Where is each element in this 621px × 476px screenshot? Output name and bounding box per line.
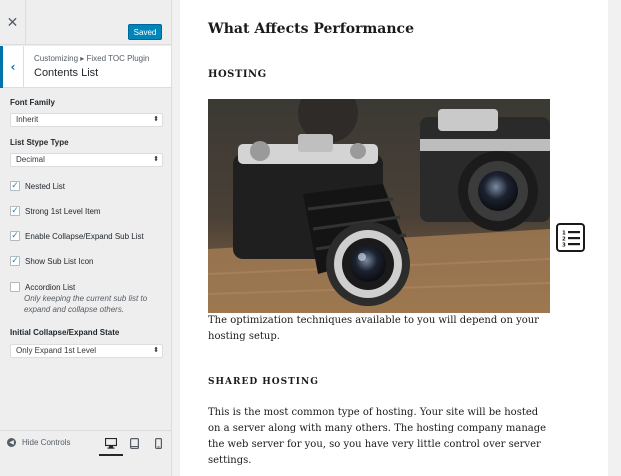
paragraph-shared-hosting: This is the most common type of hosting.… [208, 407, 547, 466]
page-heading: What Affects Performance [208, 21, 414, 37]
initial-state-label: Initial Collapse/Expand State [10, 328, 120, 337]
select-arrows-icon: ⬍ [153, 156, 159, 163]
section-heading-hosting: HOSTING [208, 69, 267, 80]
section-header: ‹ Customizing ▸ Fixed TOC Plugin Content… [0, 46, 171, 88]
accordion-description-line-1: Only keeping the current sub list to [24, 294, 148, 303]
select-arrows-icon: ⬍ [153, 116, 159, 123]
active-device-indicator [99, 454, 123, 456]
site-preview: What Affects Performance HOSTING The opt… [172, 0, 621, 476]
nested-list-checkbox[interactable]: ✓ [10, 181, 20, 191]
customizer-sidebar: ✕ Saved ‹ Customizing ▸ Fixed TOC Plugin… [0, 0, 172, 476]
preview-desktop-button[interactable] [104, 436, 118, 450]
collapse-expand-option[interactable]: ✓ Enable Collapse/Expand Sub List [10, 230, 144, 242]
customizer-header: ✕ Saved [0, 0, 171, 45]
cameras-photo [208, 99, 550, 313]
paragraph-hosting: The optimization techniques available to… [208, 315, 539, 342]
sub-list-icon-label: Show Sub List Icon [25, 256, 94, 266]
nested-list-option[interactable]: ✓ Nested List [10, 180, 65, 192]
desktop-icon [105, 437, 117, 449]
initial-state-select[interactable]: Only Expand 1st Level ⬍ [10, 344, 163, 358]
breadcrumb: Customizing ▸ Fixed TOC Plugin [34, 54, 150, 63]
vintage-cameras-photo-icon [208, 99, 550, 313]
font-family-select[interactable]: Inherit ⬍ [10, 113, 163, 127]
back-button[interactable]: ‹ [0, 46, 24, 88]
list-style-type-label: List Stype Type [10, 138, 69, 147]
list-style-type-value: Decimal [16, 155, 45, 164]
strong-first-level-option[interactable]: ✓ Strong 1st Level Item [10, 205, 101, 217]
close-icon: ✕ [6, 14, 19, 31]
numbered-list-icon: 1 2 3 [562, 230, 580, 248]
hide-controls-label: Hide Controls [22, 438, 71, 447]
section-heading-shared-hosting: SHARED HOSTING [208, 377, 319, 387]
select-arrows-icon: ⬍ [153, 347, 159, 354]
preview-mobile-button[interactable] [151, 436, 165, 450]
tablet-icon [129, 437, 139, 449]
customizer-footer: ◀ Hide Controls [0, 430, 171, 476]
nested-list-label: Nested List [25, 181, 66, 191]
initial-state-value: Only Expand 1st Level [16, 346, 97, 355]
preview-tablet-button[interactable] [127, 436, 141, 450]
sub-list-icon-checkbox[interactable]: ✓ [10, 256, 20, 266]
accordion-description-line-2: expand and collapse others. [24, 305, 125, 314]
toc-toggle-button[interactable]: 1 2 3 [556, 223, 585, 252]
collapse-arrow-icon: ◀ [7, 438, 16, 447]
chevron-left-icon: ‹ [10, 60, 16, 74]
hide-controls-button[interactable]: ◀ Hide Controls [7, 438, 70, 447]
accordion-list-label: Accordion List [25, 282, 76, 292]
sub-list-icon-option[interactable]: ✓ Show Sub List Icon [10, 255, 93, 267]
collapse-expand-label: Enable Collapse/Expand Sub List [25, 231, 144, 241]
close-customizer-button[interactable]: ✕ [0, 0, 26, 45]
list-style-type-select[interactable]: Decimal ⬍ [10, 153, 163, 167]
collapse-expand-checkbox[interactable]: ✓ [10, 231, 20, 241]
svg-text:3: 3 [562, 242, 566, 248]
font-family-value: Inherit [16, 115, 39, 124]
mobile-icon [154, 437, 162, 449]
strong-first-level-checkbox[interactable]: ✓ [10, 206, 20, 216]
strong-first-level-label: Strong 1st Level Item [25, 206, 101, 216]
accordion-list-checkbox[interactable] [10, 282, 20, 292]
accordion-list-option[interactable]: Accordion List [10, 281, 75, 293]
saved-button[interactable]: Saved [128, 24, 162, 40]
font-family-label: Font Family [10, 98, 55, 107]
section-title: Contents List [34, 67, 99, 79]
article-content: What Affects Performance HOSTING The opt… [180, 0, 608, 476]
